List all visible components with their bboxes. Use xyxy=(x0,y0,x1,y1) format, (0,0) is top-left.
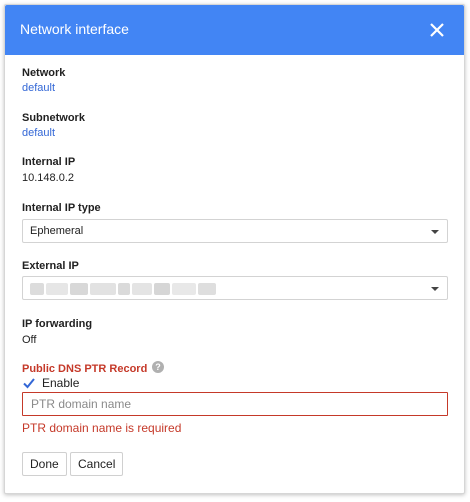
dns-ptr-label: Public DNS PTR Record xyxy=(22,363,148,375)
subnetwork-link[interactable]: default xyxy=(22,127,55,139)
external-ip-select[interactable] xyxy=(22,276,448,300)
close-button[interactable] xyxy=(424,17,450,43)
internal-ip-type-value: Ephemeral xyxy=(30,225,84,237)
dropdown-arrow-icon xyxy=(431,230,439,234)
external-ip-label: External IP xyxy=(22,260,79,272)
internal-ip-type-select[interactable]: Ephemeral xyxy=(22,219,448,243)
subnetwork-label: Subnetwork xyxy=(22,112,85,124)
network-link[interactable]: default xyxy=(22,82,55,94)
ip-forwarding-value: Off xyxy=(22,334,37,346)
dialog-header: Network interface xyxy=(5,5,464,55)
ptr-error-message: PTR domain name is required xyxy=(22,421,182,435)
network-interface-dialog: Network interface Network default Subnet… xyxy=(4,4,465,494)
close-icon xyxy=(430,23,444,37)
enable-checkbox[interactable]: Enable xyxy=(22,376,79,390)
network-label: Network xyxy=(22,67,66,79)
done-button[interactable]: Done xyxy=(22,452,67,476)
dialog-title: Network interface xyxy=(20,21,129,37)
internal-ip-value: 10.148.0.2 xyxy=(22,172,74,184)
enable-label: Enable xyxy=(42,376,80,390)
dropdown-arrow-icon xyxy=(431,287,439,291)
ptr-domain-input[interactable] xyxy=(22,392,448,416)
redacted-value xyxy=(30,283,230,295)
help-icon[interactable]: ? xyxy=(152,361,164,373)
ip-forwarding-label: IP forwarding xyxy=(22,318,93,330)
checkmark-icon xyxy=(23,378,35,389)
cancel-button[interactable]: Cancel xyxy=(70,452,124,476)
internal-ip-label: Internal IP xyxy=(22,156,76,168)
internal-ip-type-label: Internal IP type xyxy=(22,202,101,214)
